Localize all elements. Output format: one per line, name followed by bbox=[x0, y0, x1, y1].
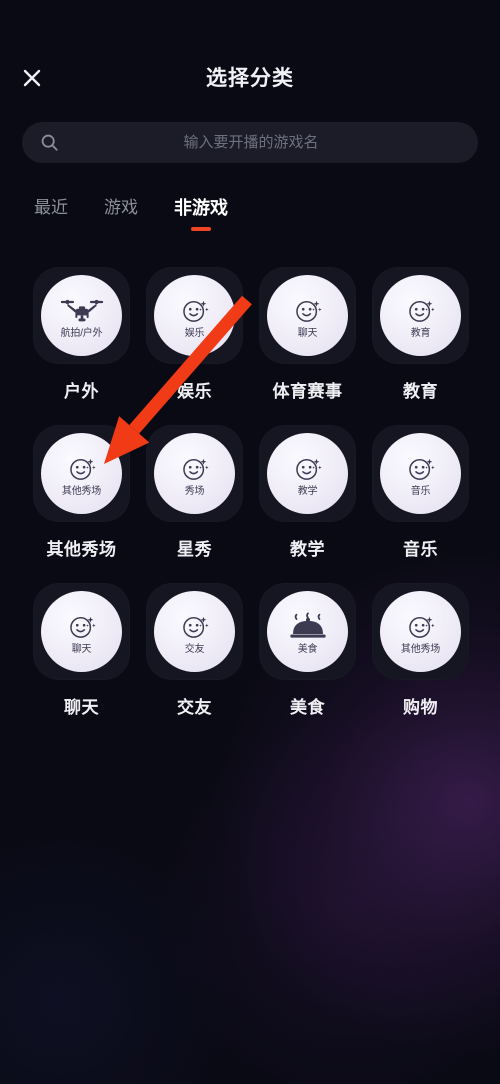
category-label: 娱乐 bbox=[177, 382, 212, 401]
category-label: 其他秀场 bbox=[46, 540, 117, 559]
smiley-sparkle-icon bbox=[406, 292, 436, 326]
category-tile[interactable]: 其他秀场 bbox=[372, 583, 469, 680]
category-item[interactable]: 教育 教育 bbox=[364, 267, 477, 402]
smiley-sparkle-icon bbox=[406, 608, 436, 642]
search-input[interactable] bbox=[66, 133, 478, 152]
category-label: 教育 bbox=[403, 382, 438, 401]
page-title: 选择分类 bbox=[206, 67, 294, 90]
active-tab-underline bbox=[191, 227, 211, 231]
category-item[interactable]: 美食 美食 bbox=[251, 583, 364, 718]
category-disc-text: 美食 bbox=[297, 643, 318, 655]
category-tile[interactable]: 航拍/户外 bbox=[33, 267, 130, 364]
category-disc: 其他秀场 bbox=[380, 591, 461, 672]
category-disc: 聊天 bbox=[41, 591, 122, 672]
category-label: 星秀 bbox=[177, 540, 212, 559]
category-disc: 教学 bbox=[267, 433, 348, 514]
category-label: 体育赛事 bbox=[272, 382, 343, 401]
category-item[interactable]: 聊天 体育赛事 bbox=[251, 267, 364, 402]
search-icon bbox=[32, 133, 66, 152]
category-item[interactable]: 娱乐 娱乐 bbox=[138, 267, 251, 402]
category-disc: 航拍/户外 bbox=[41, 275, 122, 356]
category-disc-text: 聊天 bbox=[71, 643, 92, 655]
category-tile[interactable]: 交友 bbox=[146, 583, 243, 680]
category-picker-screen: 选择分类 最近 游戏 非游戏 航拍 bbox=[0, 0, 500, 1084]
category-tile[interactable]: 其他秀场 bbox=[33, 425, 130, 522]
tab-non-games[interactable]: 非游戏 bbox=[156, 196, 246, 231]
category-label: 教学 bbox=[290, 540, 325, 559]
category-item[interactable]: 航拍/户外户外 bbox=[25, 267, 138, 402]
tab-games[interactable]: 游戏 bbox=[86, 196, 156, 220]
category-disc-text: 聊天 bbox=[297, 327, 318, 339]
category-item[interactable]: 教学 教学 bbox=[251, 425, 364, 560]
smiley-sparkle-icon bbox=[180, 608, 210, 642]
category-disc-text: 教育 bbox=[410, 327, 431, 339]
category-tabs: 最近 游戏 非游戏 bbox=[0, 196, 246, 231]
category-grid: 航拍/户外 户外 娱乐 娱乐 聊天 体育赛事 教育 教育 其他秀场 其他秀场 秀场 星秀 教学 教学 音乐音… bbox=[25, 267, 477, 741]
smiley-sparkle-icon bbox=[180, 292, 210, 326]
category-label: 美食 bbox=[290, 698, 325, 717]
category-item[interactable]: 交友 交友 bbox=[138, 583, 251, 718]
category-tile[interactable]: 娱乐 bbox=[146, 267, 243, 364]
category-disc: 秀场 bbox=[154, 433, 235, 514]
category-label: 聊天 bbox=[64, 698, 99, 717]
search-bar[interactable] bbox=[22, 122, 478, 163]
category-disc: 音乐 bbox=[380, 433, 461, 514]
category-item[interactable]: 音乐 音乐 bbox=[364, 425, 477, 560]
category-tile[interactable]: 秀场 bbox=[146, 425, 243, 522]
category-disc-text: 秀场 bbox=[184, 485, 205, 497]
category-label: 音乐 bbox=[403, 540, 438, 559]
tab-games-label: 游戏 bbox=[104, 198, 138, 217]
category-item[interactable]: 其他秀场 其他秀场 bbox=[25, 425, 138, 560]
category-disc: 其他秀场 bbox=[41, 433, 122, 514]
category-label: 交友 bbox=[177, 698, 212, 717]
category-disc: 教育 bbox=[380, 275, 461, 356]
category-disc: 娱乐 bbox=[154, 275, 235, 356]
drone-icon bbox=[59, 292, 105, 326]
category-disc-text: 教学 bbox=[297, 485, 318, 497]
category-disc-text: 音乐 bbox=[410, 485, 431, 497]
smiley-sparkle-icon bbox=[406, 450, 436, 484]
category-tile[interactable]: 美食 bbox=[259, 583, 356, 680]
category-item[interactable]: 聊天 聊天 bbox=[25, 583, 138, 718]
category-disc: 美食 bbox=[267, 591, 348, 672]
category-item[interactable]: 其他秀场 购物 bbox=[364, 583, 477, 718]
category-disc: 聊天 bbox=[267, 275, 348, 356]
category-disc-text: 航拍/户外 bbox=[60, 327, 103, 339]
category-tile[interactable]: 教育 bbox=[372, 267, 469, 364]
smiley-sparkle-icon bbox=[180, 450, 210, 484]
tab-non-games-label: 非游戏 bbox=[174, 198, 228, 218]
category-disc-text: 娱乐 bbox=[184, 327, 205, 339]
category-label: 户外 bbox=[64, 382, 99, 401]
category-tile[interactable]: 教学 bbox=[259, 425, 356, 522]
tab-recent[interactable]: 最近 bbox=[16, 196, 86, 220]
category-tile[interactable]: 聊天 bbox=[259, 267, 356, 364]
category-disc-text: 其他秀场 bbox=[61, 485, 102, 497]
smiley-sparkle-icon bbox=[293, 450, 323, 484]
tab-recent-label: 最近 bbox=[34, 198, 68, 217]
category-disc: 交友 bbox=[154, 591, 235, 672]
category-disc-text: 交友 bbox=[184, 643, 205, 655]
header: 选择分类 bbox=[0, 0, 500, 112]
smiley-sparkle-icon bbox=[67, 450, 97, 484]
food-dome-icon bbox=[288, 608, 328, 642]
category-tile[interactable]: 聊天 bbox=[33, 583, 130, 680]
category-label: 购物 bbox=[403, 698, 438, 717]
smiley-sparkle-icon bbox=[67, 608, 97, 642]
category-tile[interactable]: 音乐 bbox=[372, 425, 469, 522]
category-disc-text: 其他秀场 bbox=[400, 643, 441, 655]
smiley-sparkle-icon bbox=[293, 292, 323, 326]
category-item[interactable]: 秀场 星秀 bbox=[138, 425, 251, 560]
